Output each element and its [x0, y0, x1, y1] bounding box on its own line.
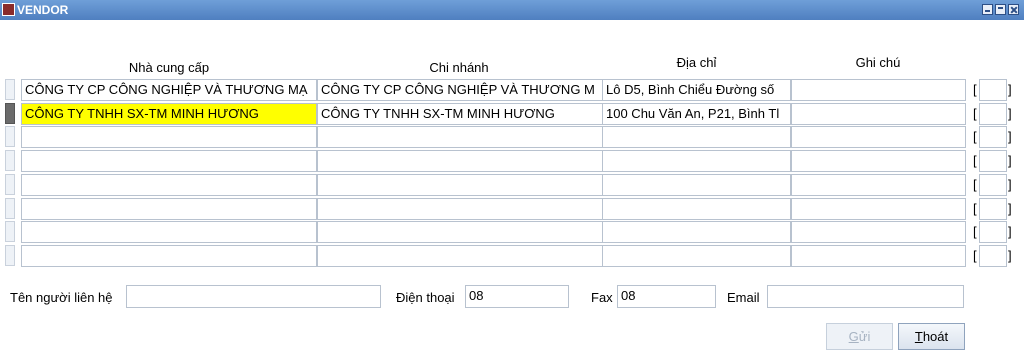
- supplier-cell[interactable]: [21, 198, 317, 220]
- checkbox-bracket-close: ]: [1008, 129, 1012, 144]
- address-cell[interactable]: 100 Chu Văn An, P21, Bình Tl: [602, 103, 791, 125]
- exit-button-mnemonic: T: [914, 329, 923, 344]
- checkbox-bracket-open: [: [973, 153, 977, 168]
- column-header-branch: Chi nhánh: [429, 60, 489, 75]
- table-row: []: [0, 245, 1024, 268]
- supplier-cell[interactable]: [21, 126, 317, 148]
- note-cell[interactable]: [791, 174, 966, 196]
- branch-cell[interactable]: [317, 245, 603, 267]
- row-selector[interactable]: [5, 79, 15, 100]
- column-header-supplier: Nhà cung cấp: [128, 60, 210, 75]
- address-cell[interactable]: [602, 150, 791, 172]
- checkbox-bracket-close: ]: [1008, 224, 1012, 239]
- column-header-address: Địa chỉ: [676, 55, 717, 70]
- row-checkbox[interactable]: [979, 174, 1007, 196]
- send-button[interactable]: Gửi: [826, 323, 893, 350]
- row-checkbox[interactable]: [979, 103, 1007, 125]
- table-row: []: [0, 221, 1024, 244]
- supplier-cell[interactable]: [21, 174, 317, 196]
- note-cell[interactable]: [791, 126, 966, 148]
- exit-button[interactable]: Thoát: [898, 323, 965, 350]
- branch-cell[interactable]: CÔNG TY CP CÔNG NGHIỆP VÀ THƯƠNG M: [317, 79, 603, 101]
- contact-field[interactable]: [126, 285, 381, 308]
- phone-label: Điện thoại: [396, 290, 455, 305]
- app-icon: [2, 3, 15, 16]
- note-cell[interactable]: [791, 221, 966, 243]
- branch-cell[interactable]: [317, 150, 603, 172]
- address-cell[interactable]: [602, 126, 791, 148]
- window-title: VENDOR: [17, 3, 69, 17]
- note-cell[interactable]: [791, 198, 966, 220]
- column-header-note: Ghi chú: [855, 55, 901, 70]
- supplier-cell[interactable]: CÔNG TY CP CÔNG NGHIỆP VÀ THƯƠNG MẠ: [21, 79, 317, 101]
- row-checkbox[interactable]: [979, 79, 1007, 101]
- row-checkbox[interactable]: [979, 150, 1007, 172]
- supplier-cell[interactable]: [21, 221, 317, 243]
- branch-cell[interactable]: [317, 126, 603, 148]
- supplier-cell[interactable]: [21, 150, 317, 172]
- exit-button-label: hoát: [922, 329, 949, 344]
- row-selector[interactable]: [5, 174, 15, 195]
- note-cell[interactable]: [791, 79, 966, 101]
- phone-field[interactable]: 08: [465, 285, 569, 308]
- row-checkbox[interactable]: [979, 245, 1007, 267]
- address-cell[interactable]: [602, 221, 791, 243]
- email-label: Email: [727, 290, 760, 305]
- table-row: CÔNG TY CP CÔNG NGHIỆP VÀ THƯƠNG MẠ CÔNG …: [0, 79, 1024, 102]
- row-checkbox[interactable]: [979, 126, 1007, 148]
- close-icon[interactable]: [1008, 4, 1019, 15]
- checkbox-bracket-close: ]: [1008, 82, 1012, 97]
- checkbox-bracket-open: [: [973, 248, 977, 263]
- branch-cell[interactable]: [317, 221, 603, 243]
- address-cell[interactable]: Lô D5, Bình Chiểu Đường số: [602, 79, 791, 101]
- row-selector[interactable]: [5, 221, 15, 242]
- supplier-cell[interactable]: CÔNG TY TNHH SX-TM MINH HƯƠNG: [21, 103, 317, 125]
- row-selector[interactable]: [5, 103, 15, 124]
- row-selector[interactable]: [5, 126, 15, 147]
- checkbox-bracket-open: [: [973, 82, 977, 97]
- row-selector[interactable]: [5, 245, 15, 266]
- branch-cell[interactable]: [317, 174, 603, 196]
- note-cell[interactable]: [791, 103, 966, 125]
- checkbox-bracket-close: ]: [1008, 153, 1012, 168]
- checkbox-bracket-close: ]: [1008, 248, 1012, 263]
- send-button-mnemonic: G: [848, 329, 859, 344]
- checkbox-bracket-open: [: [973, 129, 977, 144]
- branch-cell[interactable]: CÔNG TY TNHH SX-TM MINH HƯƠNG: [317, 103, 603, 125]
- address-cell[interactable]: [602, 174, 791, 196]
- row-selector[interactable]: [5, 150, 15, 171]
- checkbox-bracket-open: [: [973, 224, 977, 239]
- table-row: []: [0, 174, 1024, 197]
- window-titlebar: VENDOR: [0, 0, 1024, 20]
- fax-label: Fax: [591, 290, 613, 305]
- minimize-icon[interactable]: [982, 4, 993, 15]
- contact-label: Tên người liên hệ: [10, 290, 113, 305]
- checkbox-bracket-open: [: [973, 201, 977, 216]
- address-cell[interactable]: [602, 198, 791, 220]
- row-checkbox[interactable]: [979, 221, 1007, 243]
- fax-field[interactable]: 08: [617, 285, 716, 308]
- checkbox-bracket-open: [: [973, 177, 977, 192]
- table-row: []: [0, 150, 1024, 173]
- row-selector[interactable]: [5, 198, 15, 219]
- checkbox-bracket-open: [: [973, 106, 977, 121]
- row-checkbox[interactable]: [979, 198, 1007, 220]
- checkbox-bracket-close: ]: [1008, 201, 1012, 216]
- address-cell[interactable]: [602, 245, 791, 267]
- send-button-label: ửi: [858, 329, 871, 344]
- branch-cell[interactable]: [317, 198, 603, 220]
- checkbox-bracket-close: ]: [1008, 177, 1012, 192]
- maximize-icon[interactable]: [995, 4, 1006, 15]
- checkbox-bracket-close: ]: [1008, 106, 1012, 121]
- supplier-cell[interactable]: [21, 245, 317, 267]
- note-cell[interactable]: [791, 245, 966, 267]
- table-row: []: [0, 198, 1024, 221]
- table-row: []: [0, 126, 1024, 149]
- note-cell[interactable]: [791, 150, 966, 172]
- table-row: CÔNG TY TNHH SX-TM MINH HƯƠNG CÔNG TY TNH…: [0, 103, 1024, 126]
- email-field[interactable]: [767, 285, 964, 308]
